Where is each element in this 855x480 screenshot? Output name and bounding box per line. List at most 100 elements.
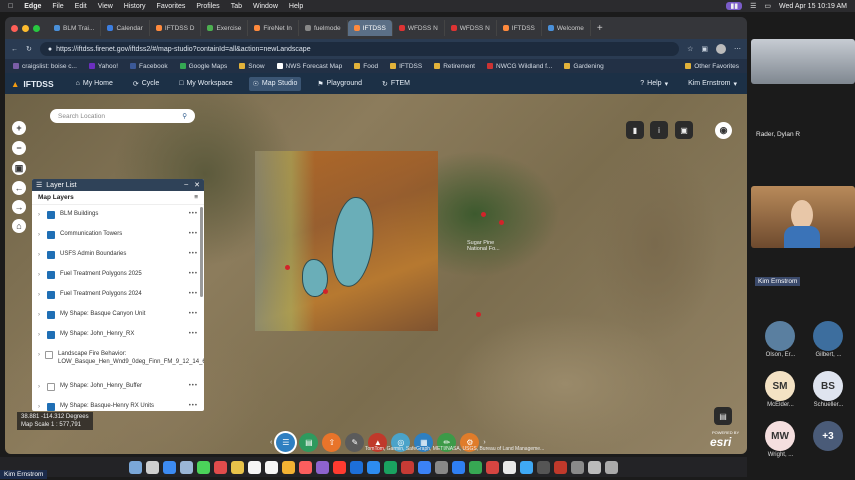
layer-visibility-checkbox[interactable] bbox=[47, 383, 55, 391]
toolbar-next-arrow-icon[interactable]: › bbox=[483, 439, 485, 446]
nav-ftem[interactable]: ↻ FTEM bbox=[378, 77, 414, 91]
url-field[interactable]: ● https://iftdss.firenet.gov/iftdss2/#/ma… bbox=[39, 42, 680, 56]
draw-tool-button[interactable]: ✎ bbox=[345, 432, 365, 452]
browser-tab[interactable]: fuelmode bbox=[299, 20, 348, 36]
map-marker[interactable] bbox=[499, 220, 504, 225]
participant-avatar[interactable]: SM bbox=[765, 371, 795, 401]
layer-visibility-checkbox[interactable] bbox=[47, 403, 55, 411]
menu-edit[interactable]: Edit bbox=[75, 3, 87, 10]
favorite-link[interactable]: Yahoo! bbox=[88, 63, 118, 70]
nav-map-studio[interactable]: ☉ Map Studio bbox=[248, 76, 302, 91]
favorite-link[interactable]: Gardening bbox=[564, 63, 604, 70]
apple-icon[interactable]:  bbox=[8, 3, 13, 10]
close-panel-button[interactable]: ✕ bbox=[194, 181, 200, 189]
browser-tab[interactable]: Exercise bbox=[201, 20, 249, 36]
dock-app-icon[interactable] bbox=[435, 460, 448, 474]
more-options-icon[interactable]: ••• bbox=[189, 271, 198, 277]
dock-app-icon[interactable] bbox=[129, 460, 142, 474]
dock-app-icon[interactable] bbox=[554, 460, 567, 474]
layer-row[interactable]: › USFS Admin Boundaries ••• bbox=[32, 249, 204, 269]
participant-avatar[interactable]: MW bbox=[765, 421, 795, 451]
layer-visibility-checkbox[interactable] bbox=[47, 331, 55, 339]
expand-caret-icon[interactable]: › bbox=[38, 232, 42, 238]
zoom-status-icon[interactable]: ▮▮ bbox=[726, 2, 743, 10]
star-icon[interactable]: ☆ bbox=[687, 45, 693, 53]
home-icon[interactable]: ⌂ bbox=[12, 219, 26, 233]
map-marker[interactable] bbox=[476, 312, 481, 317]
basemap-tool-button[interactable]: ▤ bbox=[299, 432, 319, 452]
favorite-link[interactable]: Food bbox=[354, 63, 378, 70]
dock-app-icon[interactable] bbox=[486, 460, 499, 474]
bookmark-icon[interactable]: ▮ bbox=[626, 121, 644, 139]
back-arrow-icon[interactable]: ← bbox=[11, 46, 18, 53]
help-menu[interactable]: ? Help ▾ bbox=[636, 77, 672, 91]
favorite-link[interactable]: craigslist: boise c... bbox=[13, 63, 77, 70]
dock-app-icon[interactable] bbox=[350, 460, 363, 474]
profile-avatar[interactable] bbox=[716, 44, 726, 54]
full-extent-icon[interactable]: ▣ bbox=[12, 161, 26, 175]
browser-tab-active[interactable]: IFTDSS bbox=[347, 20, 393, 36]
favorite-link[interactable]: IFTDSS bbox=[390, 63, 422, 70]
layer-row[interactable]: › My Shape: Basque-Henry RX Units ••• bbox=[32, 401, 204, 411]
dock-app-icon[interactable] bbox=[265, 460, 278, 474]
expand-icon[interactable]: ▣ bbox=[675, 121, 693, 139]
browser-tab[interactable]: Calendar bbox=[101, 20, 150, 36]
search-icon[interactable]: ⚲ bbox=[182, 112, 187, 120]
favorite-link[interactable]: Snow bbox=[239, 63, 265, 70]
dock-app-icon[interactable] bbox=[282, 460, 295, 474]
expand-caret-icon[interactable]: › bbox=[38, 212, 42, 218]
next-extent-icon[interactable]: → bbox=[12, 200, 26, 214]
expand-caret-icon[interactable]: › bbox=[38, 292, 42, 298]
favorite-link[interactable]: NWCG Wildland f... bbox=[487, 63, 552, 70]
dock-app-icon[interactable] bbox=[214, 460, 227, 474]
nav-cycle[interactable]: ⟳ Cycle bbox=[129, 77, 163, 91]
dock-app-icon[interactable] bbox=[180, 460, 193, 474]
more-options-icon[interactable]: ••• bbox=[189, 231, 198, 237]
dock-app-icon[interactable] bbox=[588, 460, 601, 474]
expand-caret-icon[interactable]: › bbox=[38, 384, 42, 390]
expand-caret-icon[interactable]: › bbox=[38, 312, 42, 318]
dock-app-icon[interactable] bbox=[384, 460, 397, 474]
legend-icon[interactable]: ▤ bbox=[714, 407, 732, 425]
upload-tool-button[interactable]: ⇧ bbox=[322, 432, 342, 452]
dock-app-icon[interactable] bbox=[418, 460, 431, 474]
more-options-icon[interactable]: ••• bbox=[189, 211, 198, 217]
panel-scrollbar[interactable] bbox=[200, 207, 203, 297]
expand-caret-icon[interactable]: › bbox=[38, 252, 42, 258]
participant-avatar[interactable] bbox=[813, 321, 843, 351]
clock[interactable]: Wed Apr 15 10:19 AM bbox=[779, 3, 847, 10]
more-options-icon[interactable]: ••• bbox=[189, 291, 198, 297]
zoom-out-button[interactable]: − bbox=[12, 141, 26, 155]
search-location-field[interactable]: Search Location ⚲ bbox=[50, 109, 195, 123]
dock-app-icon[interactable] bbox=[571, 460, 584, 474]
minimize-panel-button[interactable]: – bbox=[184, 181, 188, 189]
browser-tab[interactable]: BLM Trai... bbox=[48, 20, 102, 36]
new-tab-plus-icon[interactable]: + bbox=[597, 23, 603, 34]
eye-icon[interactable]: ◉ bbox=[715, 122, 732, 139]
map-marker[interactable] bbox=[285, 265, 290, 270]
menu-file[interactable]: File bbox=[52, 3, 63, 10]
nav-my-home[interactable]: ⌂ My Home bbox=[72, 77, 117, 90]
dock-app-icon[interactable] bbox=[452, 460, 465, 474]
browser-tab[interactable]: FireNet In bbox=[248, 20, 299, 36]
browser-tab[interactable]: IFTDSS D bbox=[150, 20, 202, 36]
menu-window[interactable]: Window bbox=[253, 3, 278, 10]
browser-tab[interactable]: IFTDSS bbox=[497, 20, 542, 36]
browser-tab[interactable]: WFDSS N bbox=[393, 20, 445, 36]
favorite-link[interactable]: Facebook bbox=[130, 63, 168, 70]
menu-help[interactable]: Help bbox=[289, 3, 303, 10]
dock-app-icon[interactable] bbox=[231, 460, 244, 474]
layer-row[interactable]: › Landscape Fire Behavior: LOW_Basque_Hen… bbox=[32, 349, 204, 381]
layer-row[interactable]: › BLM Buildings ••• bbox=[32, 209, 204, 229]
dock-app-icon[interactable] bbox=[163, 460, 176, 474]
more-options-icon[interactable]: ••• bbox=[189, 383, 198, 389]
more-options-icon[interactable]: ••• bbox=[189, 251, 198, 257]
map-marker[interactable] bbox=[323, 289, 328, 294]
maximize-window-button[interactable] bbox=[33, 24, 40, 32]
dock-app-icon[interactable] bbox=[520, 460, 533, 474]
reload-icon[interactable]: ↻ bbox=[26, 45, 32, 53]
battery-icon[interactable]: ▭ bbox=[764, 2, 771, 10]
iftdss-logo[interactable]: ▲ IFTDSS bbox=[11, 79, 54, 89]
layer-visibility-checkbox[interactable] bbox=[45, 351, 53, 359]
layer-row[interactable]: › Communication Towers ••• bbox=[32, 229, 204, 249]
